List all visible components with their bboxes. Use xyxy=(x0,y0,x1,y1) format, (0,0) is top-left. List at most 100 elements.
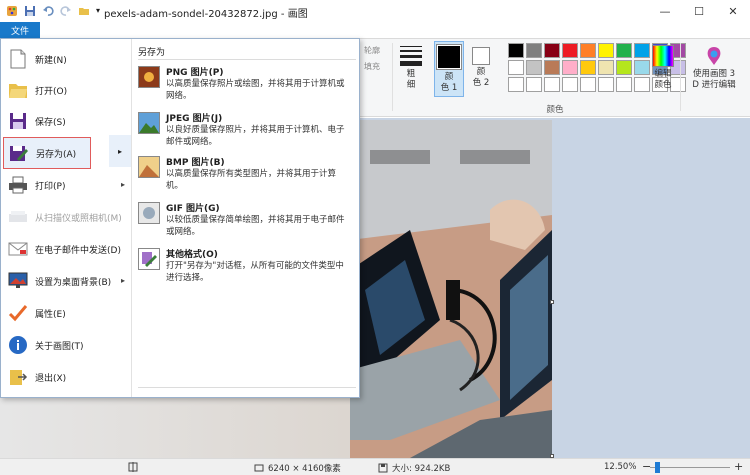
palette-swatch[interactable] xyxy=(544,43,560,58)
zoom-in-button[interactable]: + xyxy=(734,460,743,473)
save-icon[interactable] xyxy=(24,5,36,17)
menu-item-new[interactable]: 新建(N) xyxy=(3,43,129,75)
edit-colors-label: 编辑 颜色 xyxy=(654,69,672,90)
menu-item-about[interactable]: 关于画图(T) xyxy=(3,329,129,361)
format-description: 以较低质量保存简单绘图，并将其用于电子邮件或网络。 xyxy=(166,215,345,237)
palette-swatch[interactable] xyxy=(598,77,614,92)
gif-image-icon xyxy=(138,202,160,224)
format-description: 以高质量保存照片或绘图，并将其用于计算机或网络。 xyxy=(166,79,345,101)
save-as-icon xyxy=(8,142,30,164)
colors-group-label: 颜色 xyxy=(546,105,564,115)
save-as-format-other[interactable]: 其他格式(O) 打开"另存为"对话框，从所有可能的文件类型中进行选择。 xyxy=(136,245,358,291)
outline-label[interactable]: 轮廓 xyxy=(364,45,380,56)
exit-icon xyxy=(7,366,29,388)
format-name: 其他格式(O) xyxy=(166,250,218,260)
format-description: 打开"另存为"对话框，从所有可能的文件类型中进行选择。 xyxy=(166,261,344,283)
disk-icon xyxy=(378,463,388,473)
palette-swatch[interactable] xyxy=(526,77,542,92)
menu-item-properties[interactable]: 属性(E) xyxy=(3,297,129,329)
format-description: 以高质量保存所有类型图片，并将其用于计算机。 xyxy=(166,169,337,191)
window-title: pexels-adam-sondel-20432872.jpg - 画图 xyxy=(104,9,308,20)
photo-laptops-illustration xyxy=(350,120,552,458)
quick-access-toolbar: ▾ xyxy=(0,5,108,17)
size-label: 粗 细 xyxy=(406,69,416,90)
png-image-icon xyxy=(138,66,160,88)
close-button[interactable]: ✕ xyxy=(716,0,750,22)
palette-swatch[interactable] xyxy=(508,60,524,75)
menu-item-send-email[interactable]: 在电子邮件中发送(D) xyxy=(3,233,129,265)
palette-swatch[interactable] xyxy=(562,60,578,75)
palette-swatch[interactable] xyxy=(544,77,560,92)
palette-swatch[interactable] xyxy=(616,60,632,75)
menu-item-open[interactable]: 打开(O) xyxy=(3,74,129,106)
bmp-image-icon xyxy=(138,156,160,178)
info-icon xyxy=(7,334,29,356)
fill-label[interactable]: 填充 xyxy=(364,61,380,72)
undo-icon[interactable] xyxy=(42,5,54,17)
palette-swatch[interactable] xyxy=(616,77,632,92)
palette-swatch[interactable] xyxy=(598,43,614,58)
menu-item-label: 在电子邮件中发送(D) xyxy=(35,245,121,256)
save-as-format-png[interactable]: PNG 图片(P) 以高质量保存照片或绘图，并将其用于计算机或网络。 xyxy=(136,63,358,109)
palette-swatch[interactable] xyxy=(562,77,578,92)
palette-swatch[interactable] xyxy=(526,43,542,58)
palette-swatch[interactable] xyxy=(598,60,614,75)
minimize-button[interactable]: — xyxy=(648,0,682,22)
zoom-slider-thumb[interactable] xyxy=(655,462,660,473)
image-dimensions: 6240 × 4160像素 xyxy=(254,462,341,474)
paint3d-label: 使用画图 3 D 进行编辑 xyxy=(692,69,736,90)
status-bar: 6240 × 4160像素 大小: 924.2KB 12.50% − + xyxy=(0,458,750,475)
menu-item-label: 退出(X) xyxy=(35,373,67,384)
properties-check-icon xyxy=(7,302,29,324)
edit-colors-icon xyxy=(652,45,674,67)
menu-item-from-scanner[interactable]: 从扫描仪或照相机(M) xyxy=(3,201,129,233)
palette-swatch[interactable] xyxy=(580,60,596,75)
menu-item-exit[interactable]: 退出(X) xyxy=(3,361,129,393)
file-tab[interactable]: 文件 xyxy=(0,22,40,39)
color1-button[interactable]: 颜 色 1 xyxy=(434,41,464,97)
file-menu: 新建(N) 打开(O) 保存(S) 另存为(A) 打印(P) ▸ 从扫描仪或照相机(M) 在电… xyxy=(0,38,360,398)
redo-icon[interactable] xyxy=(60,5,72,17)
palette-swatch[interactable] xyxy=(508,43,524,58)
size-button[interactable]: 粗 细 xyxy=(396,41,426,91)
menu-item-set-desktop-background[interactable]: 设置为桌面背景(B) ▸ xyxy=(3,265,129,297)
palette-swatch[interactable] xyxy=(580,77,596,92)
menu-item-save[interactable]: 保存(S) xyxy=(3,105,129,137)
menu-item-label: 属性(E) xyxy=(35,309,66,320)
palette-swatch[interactable] xyxy=(616,43,632,58)
save-as-submenu-arrow[interactable]: ▸ xyxy=(109,135,131,167)
email-icon xyxy=(7,238,29,260)
color1-label: 颜 色 1 xyxy=(440,72,458,93)
save-as-format-bmp[interactable]: BMP 图片(B) 以高质量保存所有类型图片，并将其用于计算机。 xyxy=(136,153,358,199)
paint3d-button[interactable]: 使用画图 3 D 进行编辑 xyxy=(682,41,746,91)
palette-swatch[interactable] xyxy=(562,43,578,58)
menu-item-save-as[interactable]: 另存为(A) xyxy=(3,137,91,169)
save-as-format-jpeg[interactable]: JPEG 图片(J) 以良好质量保存照片，并将其用于计算机、电子邮件或网络。 xyxy=(136,109,358,155)
color2-swatch xyxy=(474,49,488,63)
open-folder-icon xyxy=(7,79,29,101)
image-canvas[interactable] xyxy=(350,120,552,458)
paint-app-icon[interactable] xyxy=(6,5,18,17)
palette-swatch[interactable] xyxy=(508,77,524,92)
save-disk-icon xyxy=(7,110,29,132)
format-description: 以良好质量保存照片，并将其用于计算机、电子邮件或网络。 xyxy=(166,125,345,147)
edit-colors-button[interactable]: 编辑 颜色 xyxy=(648,41,678,91)
maximize-button[interactable]: ☐ xyxy=(682,0,716,22)
save-as-format-gif[interactable]: GIF 图片(G) 以较低质量保存简单绘图，并将其用于电子邮件或网络。 xyxy=(136,199,358,245)
color2-button[interactable]: 颜 色 2 xyxy=(466,41,496,89)
palette-swatch[interactable] xyxy=(580,43,596,58)
image-dimensions-text: 6240 × 4160像素 xyxy=(268,464,341,474)
menu-item-label: 另存为(A) xyxy=(36,149,77,160)
qat-folder-icon[interactable] xyxy=(78,5,90,17)
zoom-slider-track[interactable] xyxy=(650,467,730,468)
menu-item-print[interactable]: 打印(P) ▸ xyxy=(3,169,129,201)
file-size: 大小: 924.2KB xyxy=(378,462,450,474)
dimensions-icon xyxy=(254,464,264,472)
menu-item-label: 新建(N) xyxy=(35,55,67,66)
ribbon-tab-row: 文件 xyxy=(0,22,750,39)
resize-handle-right[interactable] xyxy=(550,300,554,304)
color2-label: 颜 色 2 xyxy=(472,67,490,88)
format-name: BMP 图片(B) xyxy=(166,158,225,168)
palette-swatch[interactable] xyxy=(544,60,560,75)
palette-swatch[interactable] xyxy=(526,60,542,75)
